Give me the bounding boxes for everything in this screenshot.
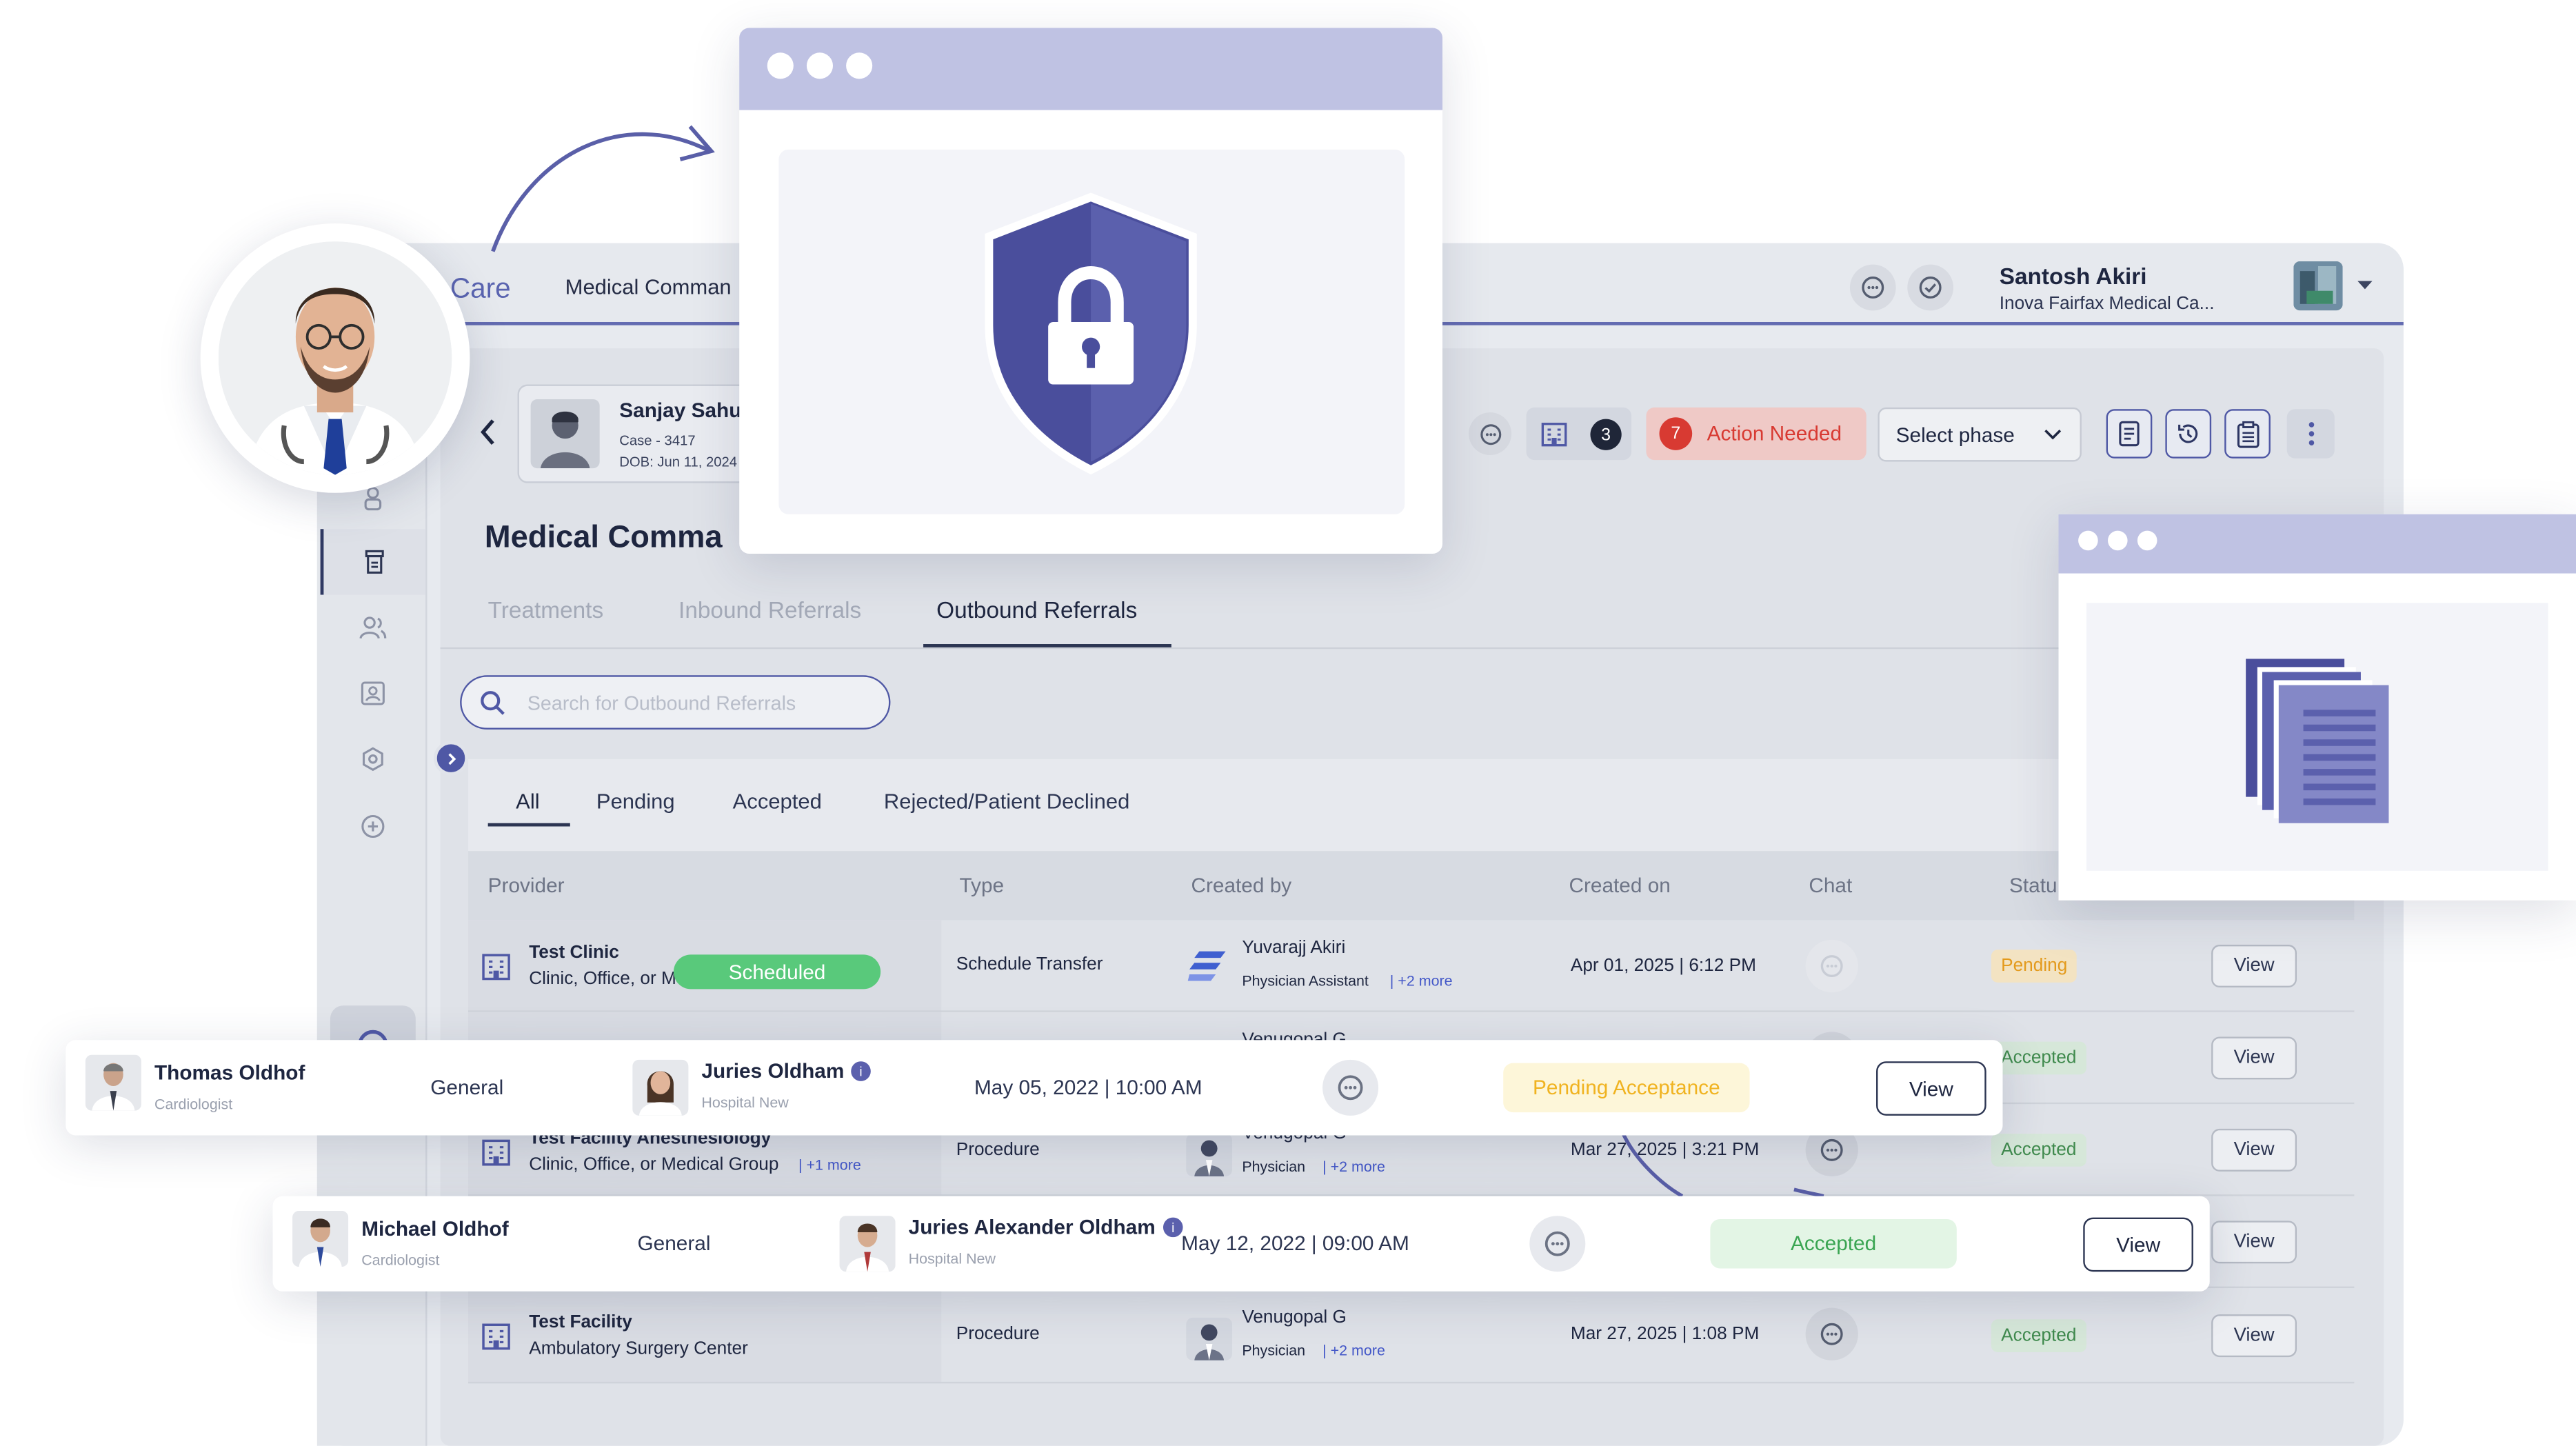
card1-name: Thomas Oldhof [154, 1061, 305, 1085]
card1-specialty: Cardiologist [154, 1096, 233, 1113]
shield-lock-icon [985, 192, 1197, 475]
card2-doctor-avatar [839, 1216, 896, 1272]
card2-date: May 12, 2022 | 09:00 AM [1181, 1232, 1409, 1256]
documents-icon [2246, 659, 2389, 823]
card1-doctor-avatar [632, 1059, 689, 1116]
chat-icon [1338, 1075, 1363, 1101]
michael-avatar [292, 1211, 349, 1267]
card2-type: General [637, 1232, 711, 1256]
card1-date: May 05, 2022 | 10:00 AM [974, 1076, 1203, 1100]
card2-doctor-name: Juries Alexander Oldham [908, 1216, 1156, 1239]
card2-chat-button[interactable] [1529, 1216, 1586, 1272]
card1-doctor-name: Juries Oldham [701, 1059, 845, 1083]
info-icon[interactable]: i [1163, 1217, 1183, 1238]
card2-specialty: Cardiologist [361, 1252, 440, 1269]
doctor-portrait [218, 241, 452, 475]
card2-hospital: Hospital New [908, 1250, 996, 1267]
card1-view-button[interactable]: View [1876, 1061, 1986, 1116]
card2-view-button[interactable]: View [2083, 1217, 2193, 1272]
info-icon[interactable]: i [851, 1061, 871, 1081]
card2-name: Michael Oldhof [361, 1217, 509, 1241]
card1-status: Pending Acceptance [1503, 1063, 1750, 1113]
card1-chat-button[interactable] [1322, 1059, 1379, 1116]
thomas-avatar [85, 1054, 141, 1111]
card2-status: Accepted [1710, 1218, 1957, 1269]
card1-hospital: Hospital New [701, 1094, 789, 1111]
chat-icon [1544, 1231, 1570, 1256]
card1-type: General [430, 1076, 504, 1100]
